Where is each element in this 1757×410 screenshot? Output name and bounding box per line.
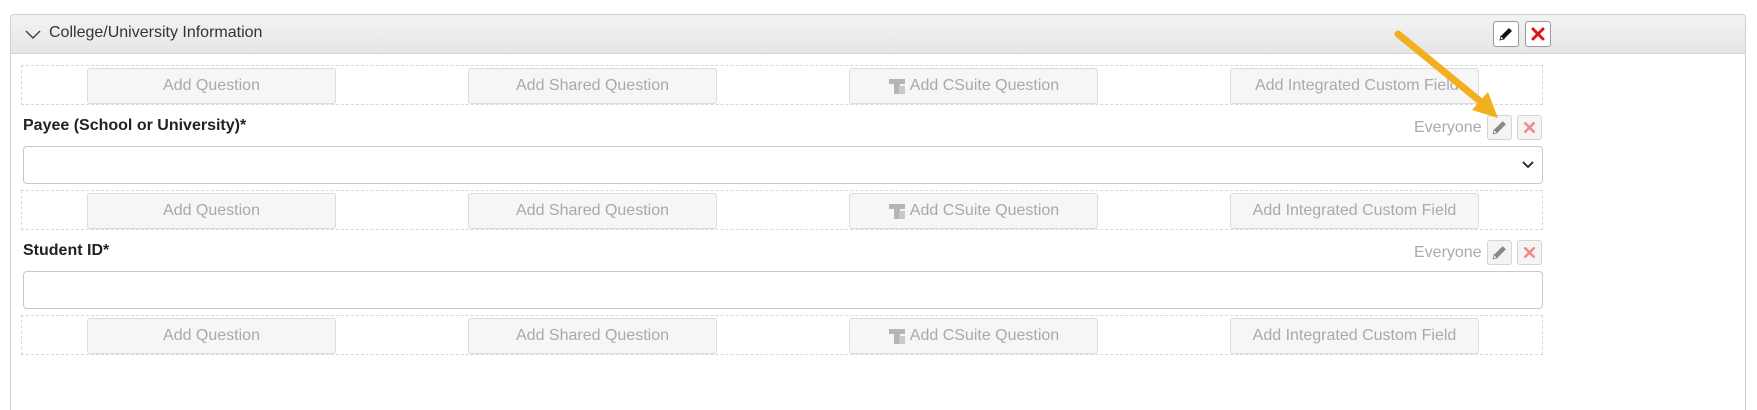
add-question-row: Add Question Add Shared Question Add CSu… [21,65,1543,105]
add-integrated-custom-field-button[interactable]: Add Integrated Custom Field [1230,193,1479,229]
pencil-icon [1492,121,1506,135]
pencil-icon [1492,246,1506,260]
pencil-icon [1499,28,1512,41]
add-integrated-custom-field-label: Add Integrated Custom Field [1255,77,1459,94]
csuite-logo-icon [888,329,905,344]
csuite-logo-icon [888,204,905,219]
add-csuite-question-label: Add CSuite Question [909,327,1060,344]
add-question-button[interactable]: Add Question [87,318,336,354]
add-csuite-question-label: Add CSuite Question [909,77,1060,94]
section-header: College/University Information [11,15,1745,54]
field-label-student-id: Student ID* [23,242,110,259]
edit-section-button[interactable] [1493,21,1519,47]
audience-label: Everyone [1414,119,1482,136]
close-icon [1531,27,1545,41]
add-question-button[interactable]: Add Question [87,68,336,104]
add-csuite-question-button[interactable]: Add CSuite Question [849,68,1098,104]
add-csuite-question-button[interactable]: Add CSuite Question [849,318,1098,354]
csuite-logo-icon [888,79,905,94]
delete-field-button[interactable] [1517,115,1542,140]
add-shared-question-button[interactable]: Add Shared Question [468,68,717,104]
add-csuite-question-button[interactable]: Add CSuite Question [849,193,1098,229]
close-icon [1523,121,1536,134]
payee-select[interactable] [23,146,1543,184]
student-id-input[interactable] [23,271,1543,309]
audience-label: Everyone [1414,244,1482,261]
add-question-button[interactable]: Add Question [87,193,336,229]
add-integrated-custom-field-button[interactable]: Add Integrated Custom Field [1230,68,1479,104]
close-icon [1523,246,1536,259]
chevron-down-icon[interactable] [25,26,41,42]
college-university-section: College/University Information Add Quest… [10,14,1746,410]
add-question-row: Add Question Add Shared Question Add CSu… [21,315,1543,355]
edit-field-button[interactable] [1487,240,1512,265]
section-title: College/University Information [49,24,263,41]
delete-field-button[interactable] [1517,240,1542,265]
field-label-payee: Payee (School or University)* [23,117,247,134]
add-question-row: Add Question Add Shared Question Add CSu… [21,190,1543,230]
add-shared-question-button[interactable]: Add Shared Question [468,193,717,229]
add-shared-question-button[interactable]: Add Shared Question [468,318,717,354]
delete-section-button[interactable] [1525,21,1551,47]
chevron-down-icon [1522,161,1534,169]
add-integrated-custom-field-button[interactable]: Add Integrated Custom Field [1230,318,1479,354]
edit-field-button[interactable] [1487,115,1512,140]
add-csuite-question-label: Add CSuite Question [909,202,1060,219]
